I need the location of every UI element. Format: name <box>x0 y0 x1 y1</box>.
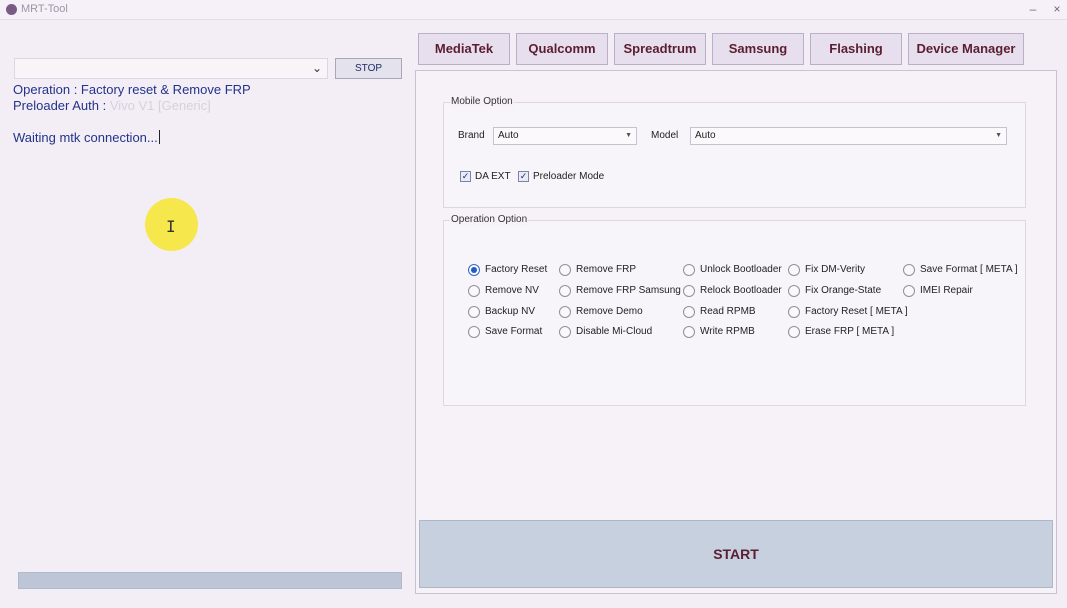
text-cursor <box>158 130 160 144</box>
radio-label: IMEI Repair <box>920 285 973 296</box>
log-output[interactable]: Operation : Factory reset & Remove FRP P… <box>13 82 408 562</box>
radio-label: Factory Reset <box>485 264 548 275</box>
radio-dot <box>903 264 915 276</box>
radio-dot <box>788 326 800 338</box>
radio-dot <box>468 326 480 338</box>
radio-disable-mi-cloud[interactable]: Disable Mi-Cloud <box>559 325 679 339</box>
radio-dot <box>559 285 571 297</box>
radio-read-rpmb[interactable]: Read RPMB <box>683 305 783 319</box>
radio-dot <box>788 306 800 318</box>
radio-label: Remove Demo <box>576 306 643 317</box>
ibeam-cursor-icon: I <box>166 217 176 236</box>
log-preloader-auth: Preloader Auth : Vivo V1 [Generic] <box>13 98 211 113</box>
radio-dot <box>468 285 480 297</box>
radio-label: Remove FRP <box>576 264 637 275</box>
radio-label: Save Format <box>485 326 543 337</box>
log-waiting: Waiting mtk connection... <box>13 130 160 145</box>
radio-save-format[interactable]: Save Format <box>468 325 556 339</box>
radio-relock-bootloader[interactable]: Relock Bootloader <box>683 284 783 298</box>
radio-label: Remove FRP Samsung <box>576 285 681 296</box>
radio-label: Remove NV <box>485 285 539 296</box>
stop-button[interactable]: STOP <box>335 58 402 79</box>
radio-label: Fix DM-Verity <box>805 264 865 275</box>
radio-imei-repair[interactable]: IMEI Repair <box>903 284 1018 298</box>
radio-write-rpmb[interactable]: Write RPMB <box>683 325 783 339</box>
da-ext-checkbox[interactable]: ✓ DA EXT <box>460 170 511 184</box>
radio-fix-dm-verity[interactable]: Fix DM-Verity <box>788 263 903 277</box>
radio-label: Save Format [ META ] <box>920 264 1018 275</box>
title-bar: MRT-Tool – × <box>0 0 1067 20</box>
model-select[interactable]: Auto ▼ <box>690 127 1007 145</box>
preloader-mode-label: Preloader Mode <box>533 171 605 182</box>
checkmark-icon: ✓ <box>518 171 529 182</box>
radio-dot <box>559 326 571 338</box>
radio-dot <box>559 306 571 318</box>
radio-dot <box>788 285 800 297</box>
tab-flashing[interactable]: Flashing <box>810 33 902 65</box>
mobile-option-group: Mobile Option <box>443 96 1026 208</box>
port-select[interactable]: ⌄ <box>14 58 328 79</box>
preloader-mode-checkbox[interactable]: ✓ Preloader Mode <box>518 170 608 184</box>
radio-label: Relock Bootloader <box>700 285 782 296</box>
radio-dot <box>788 264 800 276</box>
mobile-option-title: Mobile Option <box>450 96 514 107</box>
radio-erase-frp-meta[interactable]: Erase FRP [ META ] <box>788 325 903 339</box>
radio-fix-orange-state[interactable]: Fix Orange-State <box>788 284 903 298</box>
radio-dot <box>903 285 915 297</box>
radio-label: Erase FRP [ META ] <box>805 326 895 337</box>
radio-label: Backup NV <box>485 306 536 317</box>
start-button[interactable]: START <box>419 520 1053 588</box>
radio-dot <box>683 306 695 318</box>
radio-remove-demo[interactable]: Remove Demo <box>559 305 679 319</box>
tab-spreadtrum[interactable]: Spreadtrum <box>614 33 706 65</box>
tab-qualcomm[interactable]: Qualcomm <box>516 33 608 65</box>
checkmark-icon: ✓ <box>460 171 471 182</box>
log-operation: Operation : Factory reset & Remove FRP <box>13 82 251 97</box>
radio-remove-frp-samsung[interactable]: Remove FRP Samsung <box>559 284 681 298</box>
radio-remove-nv[interactable]: Remove NV <box>468 284 556 298</box>
radio-label: Unlock Bootloader <box>700 264 782 275</box>
tab-device-manager[interactable]: Device Manager <box>908 33 1024 65</box>
radio-dot <box>683 326 695 338</box>
radio-dot <box>683 285 695 297</box>
tab-samsung[interactable]: Samsung <box>712 33 804 65</box>
da-ext-label: DA EXT <box>475 171 511 182</box>
window-title: MRT-Tool <box>21 3 68 15</box>
radio-label: Fix Orange-State <box>805 285 882 296</box>
close-button[interactable]: × <box>1047 1 1067 18</box>
dropdown-arrow-icon: ▼ <box>995 132 1002 139</box>
tab-mediatek[interactable]: MediaTek <box>418 33 510 65</box>
log-preloader-label: Preloader Auth : <box>13 98 110 113</box>
radio-dot <box>468 306 480 318</box>
progress-bar <box>18 572 402 589</box>
brand-label: Brand <box>458 130 485 141</box>
radio-dot <box>559 264 571 276</box>
minimize-button[interactable]: – <box>1023 1 1043 18</box>
log-waiting-text: Waiting mtk connection... <box>13 130 158 145</box>
brand-select[interactable]: Auto ▼ <box>493 127 637 145</box>
radio-remove-frp[interactable]: Remove FRP <box>559 263 679 277</box>
chevron-down-icon: ⌄ <box>311 61 322 75</box>
radio-dot <box>468 264 480 276</box>
radio-label: Disable Mi-Cloud <box>576 326 653 337</box>
radio-factory-reset[interactable]: Factory Reset <box>468 263 556 277</box>
radio-save-format-meta[interactable]: Save Format [ META ] <box>903 263 1018 277</box>
radio-factory-reset-meta[interactable]: Factory Reset [ META ] <box>788 305 908 319</box>
model-label: Model <box>651 130 679 141</box>
radio-label: Factory Reset [ META ] <box>805 306 908 317</box>
radio-dot <box>683 264 695 276</box>
log-preloader-value: Vivo V1 [Generic] <box>109 98 211 113</box>
dropdown-arrow-icon: ▼ <box>625 132 632 139</box>
radio-label: Write RPMB <box>700 326 755 337</box>
radio-backup-nv[interactable]: Backup NV <box>468 305 556 319</box>
app-logo-icon <box>6 4 17 15</box>
model-select-value: Auto <box>695 130 716 141</box>
brand-select-value: Auto <box>498 130 519 141</box>
radio-label: Read RPMB <box>700 306 756 317</box>
operation-option-title: Operation Option <box>450 214 529 225</box>
radio-unlock-bootloader[interactable]: Unlock Bootloader <box>683 263 783 277</box>
